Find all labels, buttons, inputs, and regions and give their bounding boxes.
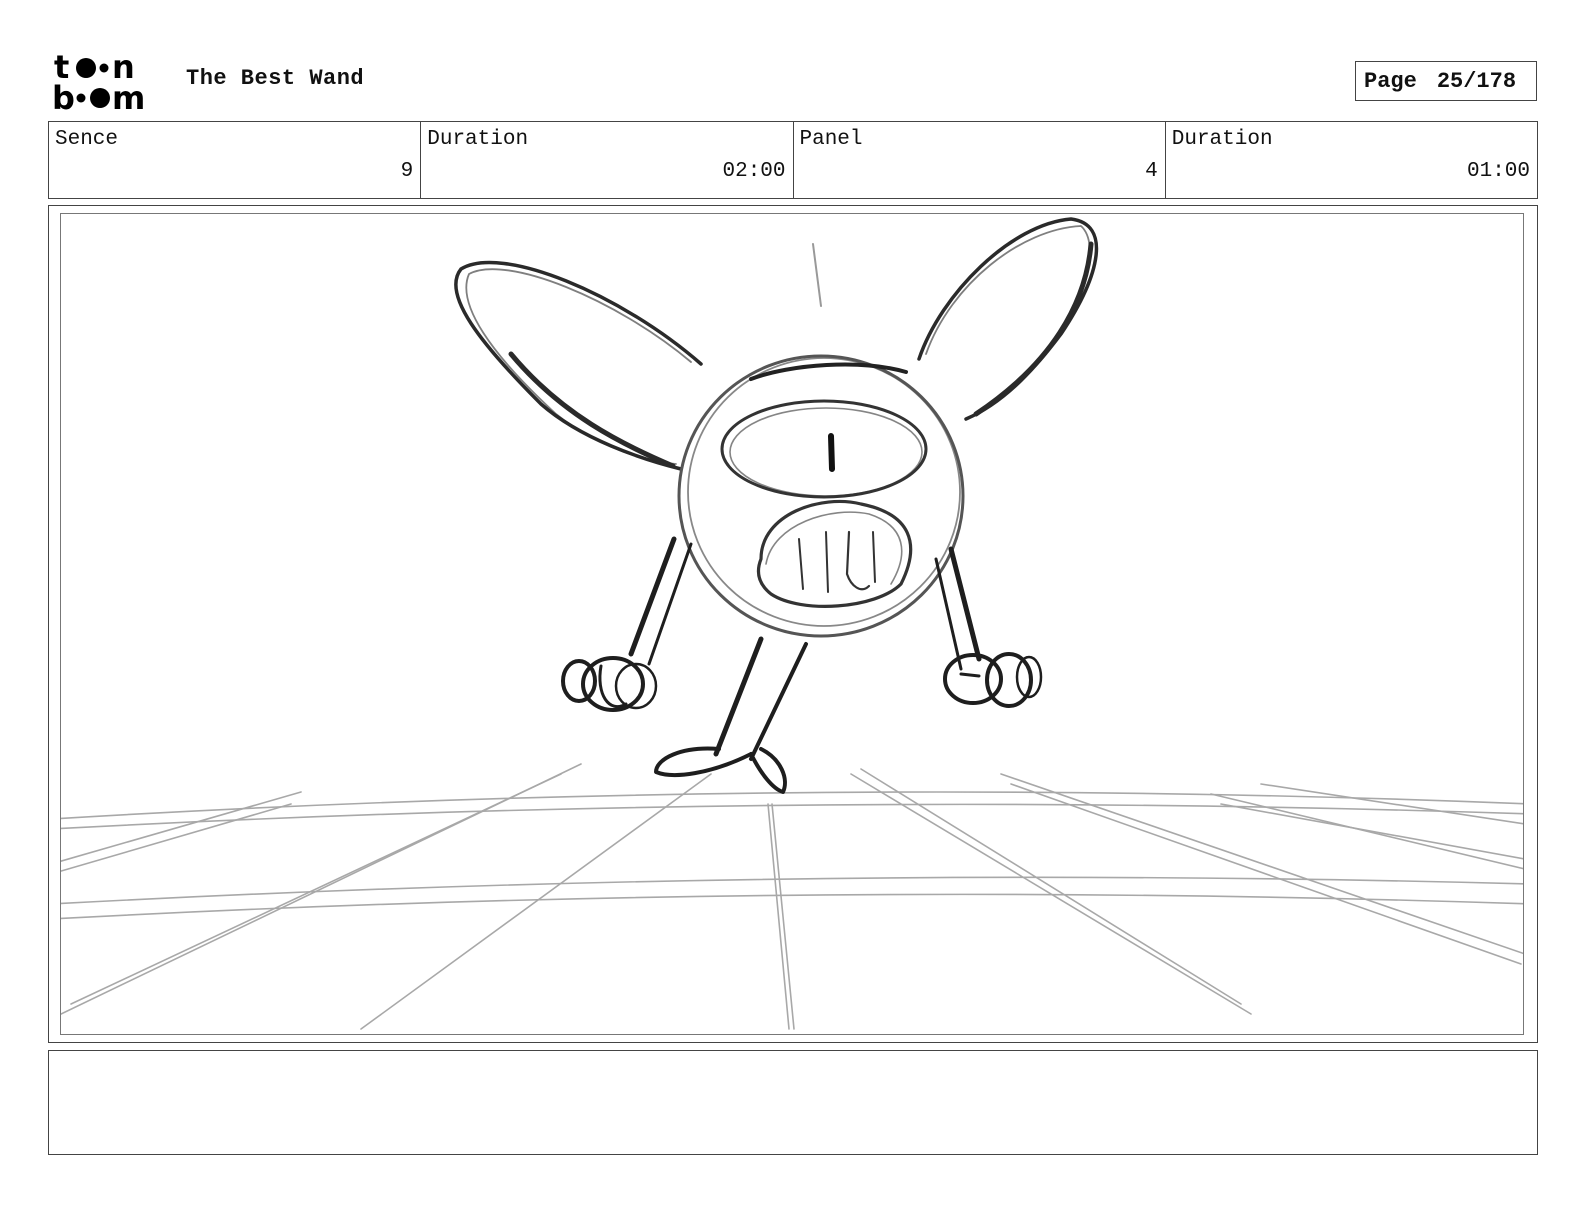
panel-drawing-area <box>60 213 1524 1035</box>
panel-cell: Panel 4 <box>794 122 1166 198</box>
panel-notes-box <box>48 1050 1538 1155</box>
page-indicator: Page 25/178 <box>1355 61 1537 101</box>
page-number: 25/178 <box>1436 68 1517 94</box>
panel-duration-cell: Duration 01:00 <box>1166 122 1537 198</box>
toon-boom-logo: t n b m <box>52 50 145 112</box>
document-title: The Best Wand <box>186 66 365 91</box>
panel-label: Panel <box>799 128 863 151</box>
page-label: Page <box>1364 68 1417 94</box>
panel-info-row: Sence 9 Duration 02:00 Panel 4 Duration … <box>48 121 1538 199</box>
scene-duration-cell: Duration 02:00 <box>421 122 794 198</box>
scene-duration-label: Duration <box>427 128 529 151</box>
panel-duration-label: Duration <box>1171 128 1273 151</box>
scene-value: 9 <box>400 160 414 183</box>
svg-text:m: m <box>112 79 145 112</box>
storyboard-panel <box>48 205 1538 1043</box>
scene-label: Sence <box>55 128 119 151</box>
character-sketch-icon <box>61 217 1523 1030</box>
scene-cell: Sence 9 <box>49 122 422 198</box>
svg-text:b: b <box>52 79 75 112</box>
panel-value: 4 <box>1145 160 1158 183</box>
scene-duration-value: 02:00 <box>722 160 786 183</box>
panel-duration-value: 01:00 <box>1466 160 1530 183</box>
